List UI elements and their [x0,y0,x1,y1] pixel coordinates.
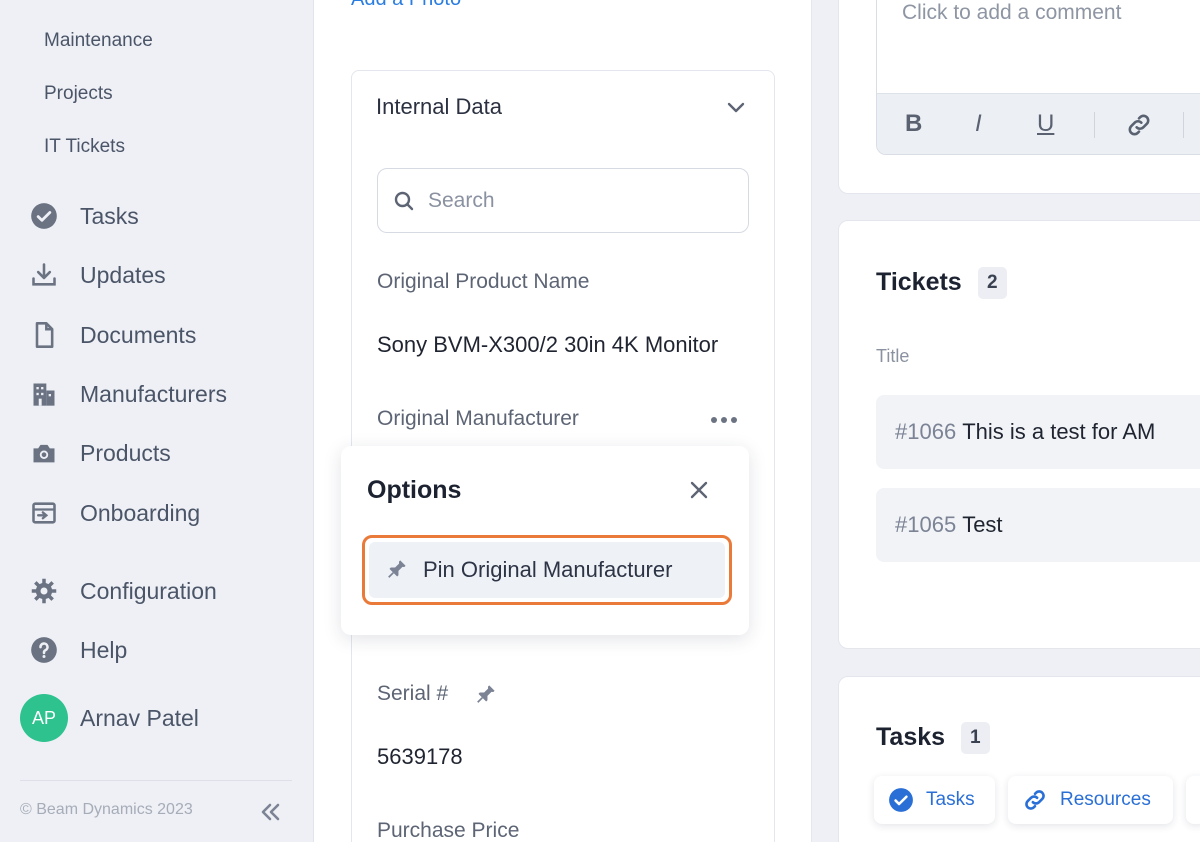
sidebar-item-projects[interactable]: Projects [44,83,113,105]
resources-chip[interactable]: Resources [1008,776,1173,824]
gear-icon [28,575,60,607]
chip-label: Tasks [926,789,975,810]
serial-value: 5639178 [377,744,463,769]
comment-placeholder: Click to add a comment [902,1,1122,24]
popover-title: Options [367,476,462,504]
underline-button[interactable]: U [1037,110,1054,138]
document-icon [28,319,60,351]
tasks-chip[interactable]: Tasks [874,776,995,824]
pin-option-label: Pin Original Manufacturer [423,557,673,582]
check-circle-icon [28,200,60,232]
onboarding-icon [28,497,60,529]
toolbar-divider [1183,112,1184,138]
divider [20,780,292,781]
product-name-label: Original Product Name [377,270,590,293]
ticket-id: #1065 [895,512,957,537]
sidebar-item-label: Tasks [80,202,139,229]
link-icon[interactable] [1125,111,1153,139]
check-circle-icon [889,788,913,812]
link-icon [1025,790,1045,810]
help-icon [28,634,60,666]
sidebar-item-help[interactable]: Help [28,632,127,668]
manufacturer-label: Original Manufacturer [377,407,579,430]
sidebar-item-documents[interactable]: Documents [28,317,196,353]
chip-label: Resources [1060,789,1151,810]
ticket-name: Test [962,512,1003,537]
sidebar-item-label: Products [80,439,171,466]
more-options-icon[interactable] [709,410,739,430]
table-row[interactable]: #1066 This is a test for AM [876,395,1200,469]
sidebar-item-configuration[interactable]: Configuration [28,573,217,609]
ticket-name: This is a test for AM [962,419,1156,444]
sidebar-item-updates[interactable]: Updates [28,257,166,293]
close-icon[interactable] [687,478,711,502]
toolbar-divider [1094,112,1095,138]
search-input[interactable] [428,188,728,213]
add-photo-link[interactable]: Add a Photo [351,0,461,11]
tickets-count-badge: 2 [978,267,1007,299]
tasks-title: Tasks [876,723,946,751]
sidebar-item-label: Updates [80,261,166,288]
sidebar-item-it-tickets[interactable]: IT Tickets [44,136,125,158]
avatar: AP [20,694,68,742]
sidebar: Maintenance Projects IT Tickets Tasks Up… [0,0,314,842]
tasks-count-badge: 1 [961,722,990,754]
chevron-down-icon[interactable] [724,95,748,119]
download-icon [28,259,60,291]
options-popover: Options Pin Original Manufacturer [341,446,749,635]
tickets-title: Tickets [876,268,962,296]
internal-data-title: Internal Data [376,94,502,119]
tickets-column-title: Title [876,346,910,366]
pin-icon [388,560,406,578]
ticket-id: #1066 [895,419,957,444]
more-chip[interactable] [1186,776,1200,824]
serial-label: Serial # [377,682,449,705]
comment-toolbar: B I U [877,93,1200,154]
pin-icon[interactable] [472,682,498,708]
collapse-sidebar-icon[interactable] [258,800,282,824]
bold-button[interactable]: B [905,110,922,138]
product-name-value: Sony BVM-X300/2 30in 4K Monitor [377,332,719,357]
sidebar-item-maintenance[interactable]: Maintenance [44,30,153,52]
sidebar-item-manufacturers[interactable]: Manufacturers [28,376,227,412]
internal-data-search[interactable] [377,168,749,233]
comment-editor[interactable]: Click to add a comment B I U [876,0,1200,155]
italic-button[interactable]: I [975,110,982,138]
sidebar-item-tasks[interactable]: Tasks [28,198,139,234]
copyright: © Beam Dynamics 2023 [20,801,193,818]
sidebar-item-onboarding[interactable]: Onboarding [28,495,200,531]
building-icon [28,378,60,410]
purchase-price-label: Purchase Price [377,819,520,842]
sidebar-item-label: Onboarding [80,499,201,526]
sidebar-item-label: Configuration [80,577,217,604]
camera-icon [28,437,60,469]
table-row[interactable]: #1065 Test [876,488,1200,562]
sidebar-item-label: Manufacturers [80,380,228,407]
user-name: Arnav Patel [80,704,199,731]
sidebar-item-label: Help [80,636,128,663]
pin-original-manufacturer-option[interactable]: Pin Original Manufacturer [362,535,732,605]
search-icon [394,191,414,210]
user-profile[interactable]: AP Arnav Patel [20,694,199,742]
sidebar-item-products[interactable]: Products [28,435,171,471]
sidebar-item-label: Documents [80,321,197,348]
